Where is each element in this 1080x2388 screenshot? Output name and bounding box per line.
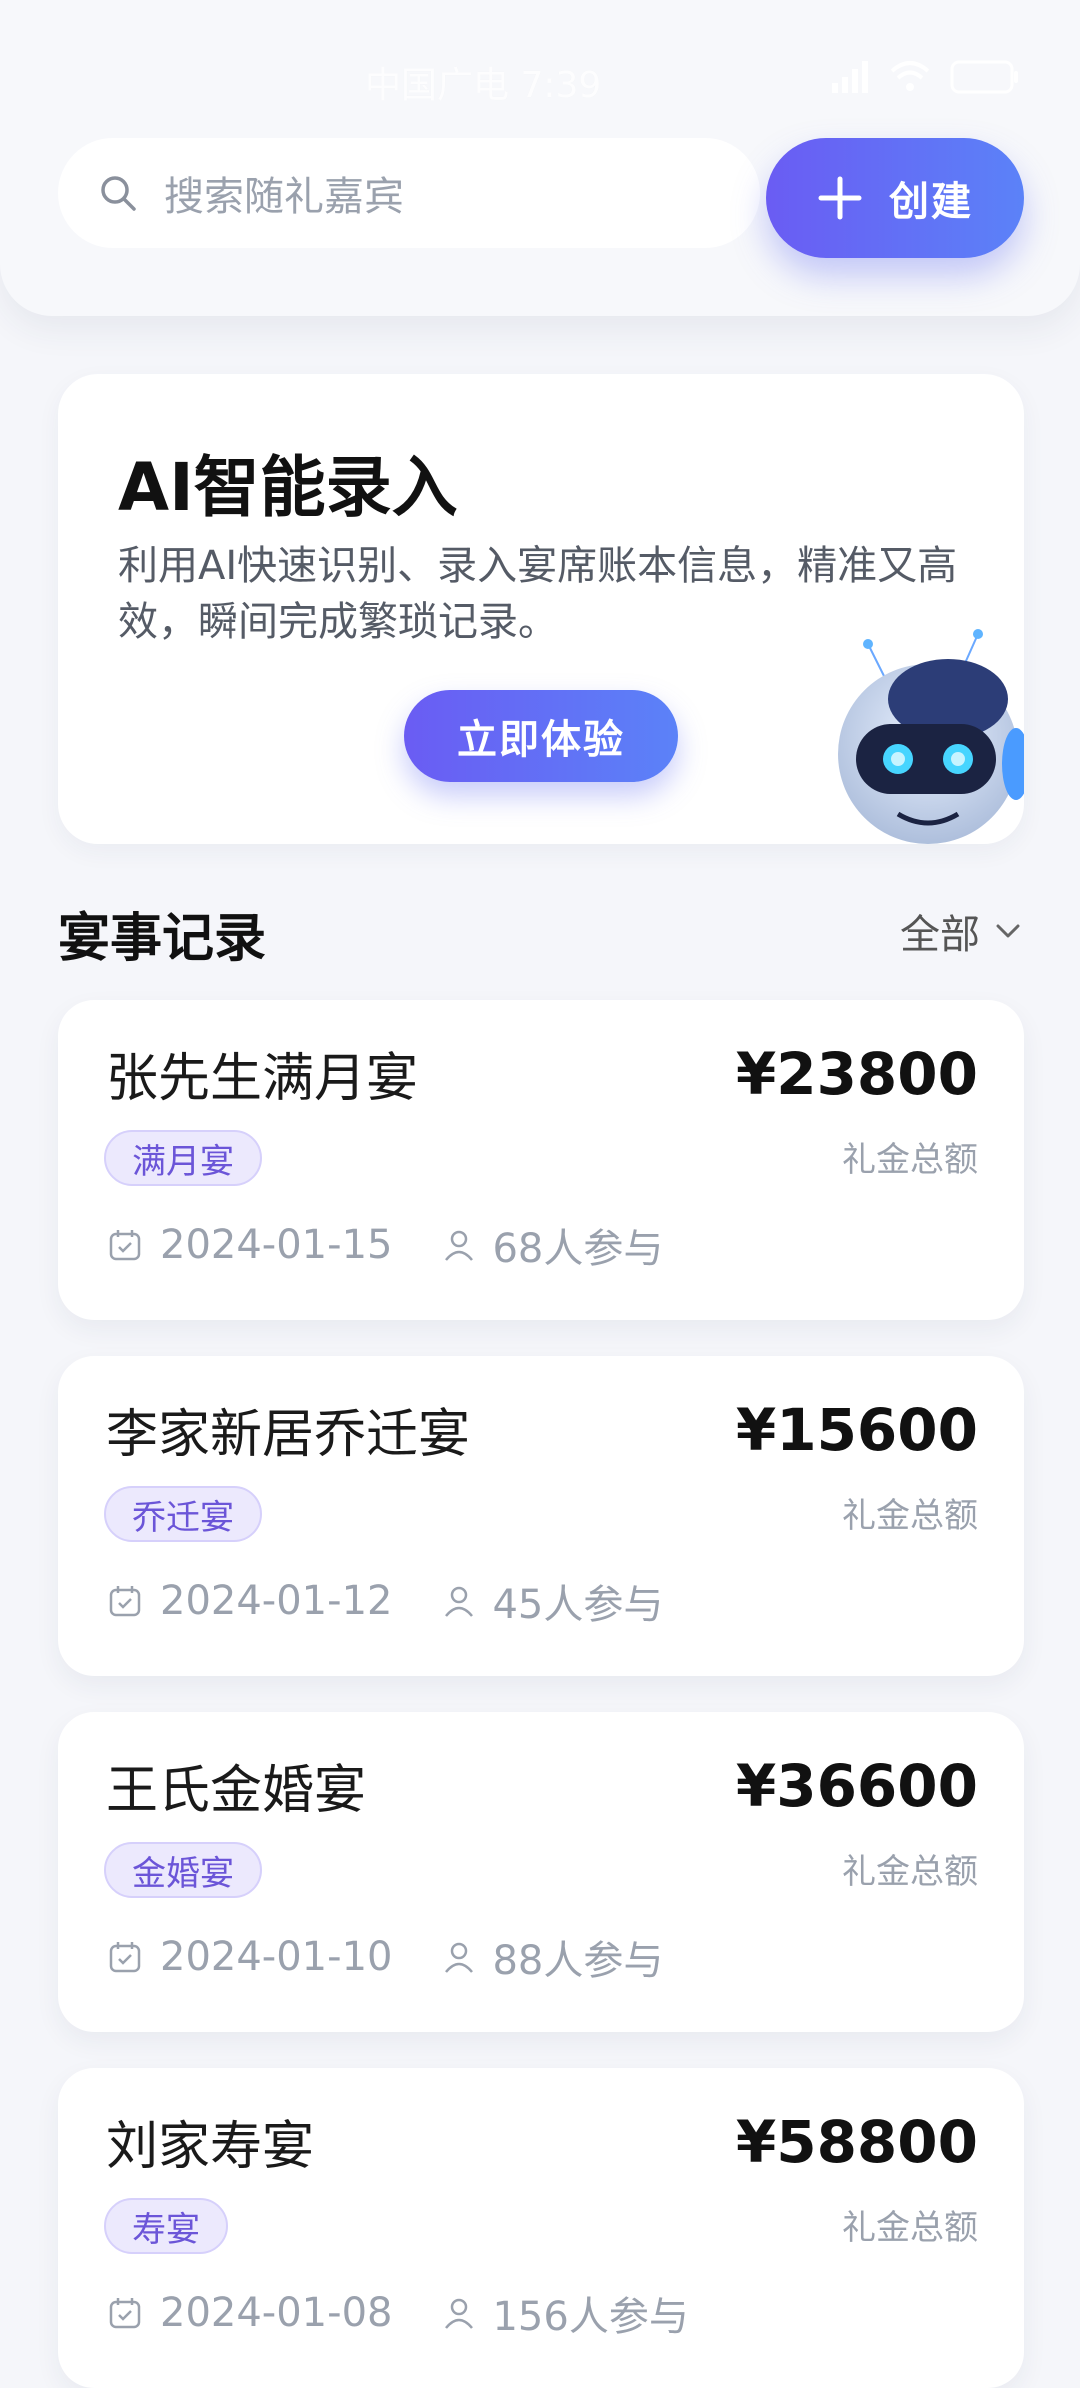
- record-meta: 2024-01-15 68人参与: [108, 1216, 663, 1274]
- records-section-title: 宴事记录: [58, 909, 267, 969]
- record-meta: 2024-01-10 88人参与: [108, 1928, 663, 1986]
- create-button-label: 创建: [889, 179, 973, 225]
- search-bar[interactable]: 搜索随礼嘉宾: [58, 138, 760, 248]
- ai-card-title: AI智能录入: [118, 449, 458, 526]
- wifi-icon: [888, 59, 932, 95]
- amount-label: 礼金总额: [842, 1496, 978, 1536]
- record-name: 王氏金婚宴: [106, 1761, 367, 1821]
- user-icon: [445, 1942, 474, 1973]
- record-meta: 2024-01-08 156人参与: [108, 2284, 689, 2342]
- battery-icon: [950, 58, 1020, 96]
- calendar-icon: [109, 2298, 141, 2329]
- record-tag: 寿宴: [104, 2198, 228, 2254]
- record-card[interactable]: 李家新居乔迁宴 乔迁宴 ¥15600 礼金总额 2024-01-12 45人参与: [58, 1356, 1024, 1676]
- ai-entry-card: AI智能录入 利用AI快速识别、录入宴席账本信息，精准又高效，瞬间完成繁琐记录。…: [58, 374, 1024, 844]
- record-date: 2024-01-08: [160, 2290, 393, 2336]
- record-date: 2024-01-10: [160, 1934, 393, 1980]
- carrier-time: 中国广电 7:39: [365, 65, 602, 106]
- record-tag: 乔迁宴: [104, 1486, 262, 1542]
- record-amount: ¥58800: [735, 2108, 978, 2176]
- filter-dropdown[interactable]: 全部: [900, 902, 1024, 960]
- record-date: 2024-01-12: [160, 1578, 393, 1624]
- signal-icon: [830, 59, 870, 95]
- record-tag: 满月宴: [104, 1130, 262, 1186]
- record-date: 2024-01-15: [160, 1222, 393, 1268]
- system-icons: [830, 58, 1020, 96]
- record-amount: ¥36600: [735, 1752, 978, 1820]
- record-meta: 2024-01-12 45人参与: [108, 1572, 663, 1630]
- robot-icon: [838, 629, 1024, 844]
- record-name: 张先生满月宴: [106, 1049, 419, 1109]
- search-icon: [101, 176, 136, 211]
- record-card[interactable]: 张先生满月宴 满月宴 ¥23800 礼金总额 2024-01-15 68人参与: [58, 1000, 1024, 1320]
- amount-label: 礼金总额: [842, 2208, 978, 2248]
- create-button[interactable]: 创建: [766, 138, 1024, 258]
- record-participants: 156人参与: [492, 2294, 689, 2340]
- record-name: 李家新居乔迁宴: [106, 1405, 471, 1465]
- record-amount: ¥23800: [735, 1040, 978, 1108]
- amount-label: 礼金总额: [842, 1852, 978, 1892]
- record-card[interactable]: 王氏金婚宴 金婚宴 ¥36600 礼金总额 2024-01-10 88人参与: [58, 1712, 1024, 2032]
- record-participants: 88人参与: [492, 1938, 664, 1984]
- user-icon: [445, 1230, 474, 1261]
- record-tag: 金婚宴: [104, 1842, 262, 1898]
- chevron-down-icon: [996, 924, 1020, 938]
- filter-label: 全部: [900, 912, 980, 958]
- calendar-icon: [109, 1942, 141, 1973]
- record-participants: 45人参与: [492, 1582, 664, 1628]
- user-icon: [445, 1586, 474, 1617]
- status-bar: 中国广电 7:39: [0, 0, 1080, 150]
- record-name: 刘家寿宴: [106, 2117, 315, 2177]
- calendar-icon: [109, 1230, 141, 1261]
- amount-label: 礼金总额: [842, 1140, 978, 1180]
- record-card[interactable]: 刘家寿宴 寿宴 ¥58800 礼金总额 2024-01-08 156人参与: [58, 2068, 1024, 2388]
- plus-icon: [818, 176, 862, 220]
- record-participants: 68人参与: [492, 1226, 664, 1272]
- calendar-icon: [109, 1586, 141, 1617]
- user-icon: [445, 2298, 474, 2329]
- search-placeholder: 搜索随礼嘉宾: [164, 174, 404, 220]
- try-now-button[interactable]: 立即体验: [404, 690, 678, 782]
- record-amount: ¥15600: [735, 1396, 978, 1464]
